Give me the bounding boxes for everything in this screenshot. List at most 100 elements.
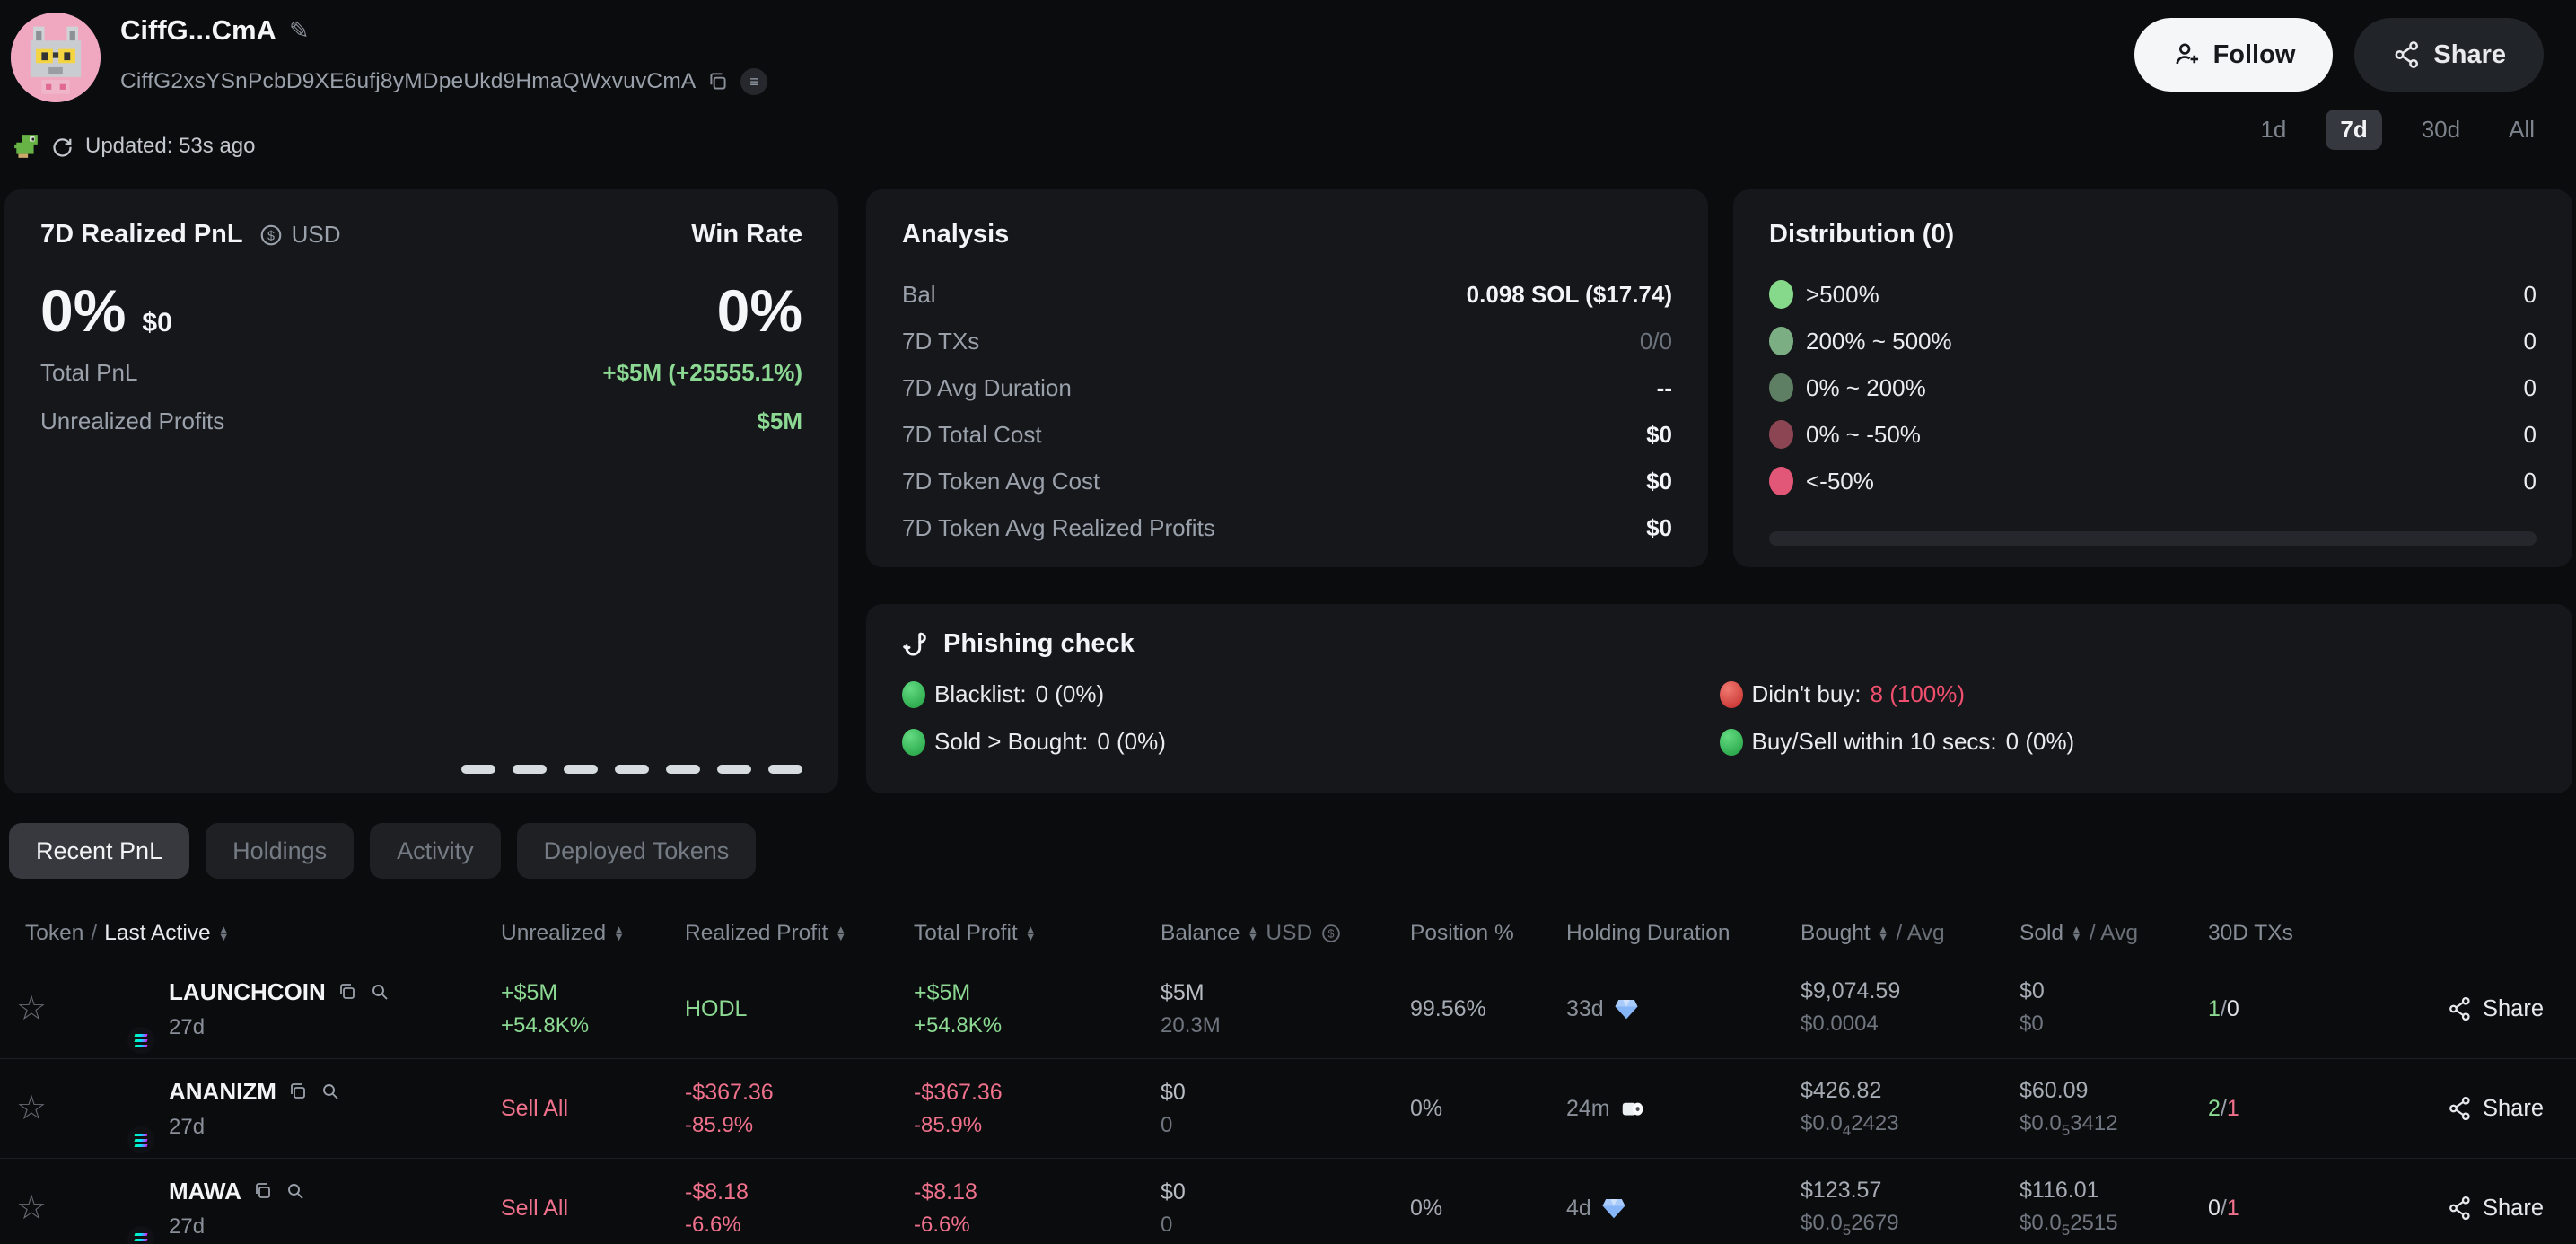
realized-profit-cell[interactable]: HODL	[669, 996, 898, 1022]
star-icon[interactable]: ☆	[16, 1091, 47, 1126]
header-bought[interactable]: Bought▲▼/ Avg	[1795, 921, 2020, 946]
toilet-paper-icon	[1619, 1095, 1646, 1122]
currency-toggle-icon[interactable]	[243, 222, 285, 249]
position-cell: 0%	[1387, 1196, 1548, 1222]
bought-cell: $426.82$0.042423	[1795, 1078, 2020, 1140]
sort-icon[interactable]: ▲▼	[218, 926, 230, 941]
total-profit-cell: -$367.36-85.9%	[898, 1080, 1153, 1138]
bucket-dot	[1769, 467, 1793, 495]
analysis-row: 7D Total Cost$0	[902, 411, 1672, 458]
sort-icon[interactable]: ▲▼	[613, 926, 625, 941]
holding-duration-cell: 24m	[1548, 1095, 1795, 1122]
sold-cell: $116.01$0.052515	[2020, 1178, 2208, 1240]
search-icon[interactable]	[320, 1081, 341, 1102]
copy-address-icon[interactable]	[706, 70, 730, 93]
header-sold[interactable]: Sold▲▼/ Avg	[2020, 921, 2208, 946]
share-icon	[2447, 1095, 2474, 1122]
follow-button[interactable]: Follow	[2134, 18, 2334, 92]
diamond-icon	[1613, 995, 1640, 1022]
share-icon	[2392, 39, 2423, 70]
distribution-row: >500%0	[1769, 271, 2537, 318]
phishing-title: Phishing check	[943, 629, 1135, 659]
notes-icon[interactable]: ≡	[740, 68, 767, 95]
tab-activity[interactable]: Activity	[370, 823, 501, 879]
analysis-panel: Analysis Bal0.098 SOL ($17.74) 7D TXs0/0…	[866, 189, 1708, 567]
status-dot	[1720, 681, 1743, 708]
star-icon[interactable]: ☆	[16, 1191, 47, 1225]
section-tabs: Recent PnL Holdings Activity Deployed To…	[9, 823, 756, 879]
wallet-name: CiffG...CmA	[120, 14, 276, 47]
row-share-button[interactable]: Share	[2447, 995, 2544, 1022]
bucket-dot	[1769, 373, 1793, 402]
balance-cell: $00	[1153, 1080, 1387, 1138]
bucket-dot	[1769, 280, 1793, 309]
edit-icon[interactable]: ✎	[289, 17, 310, 45]
sold-cell: $60.09$0.053412	[2020, 1078, 2208, 1140]
token-logo[interactable]	[63, 1064, 153, 1153]
token-row: ☆ MAWA 27d Sell All -$8.18-6.6% -$8.18-6	[0, 1159, 2576, 1244]
sort-icon[interactable]: ▲▼	[1025, 926, 1037, 941]
analysis-title: Analysis	[902, 220, 1672, 250]
row-share-button[interactable]: Share	[2447, 1095, 2544, 1122]
position-cell: 99.56%	[1387, 996, 1548, 1022]
realized-profit-cell: -$8.18-6.6%	[669, 1179, 898, 1238]
header-token-last-active[interactable]: Token/Last Active ▲▼	[0, 921, 485, 946]
range-all[interactable]: All	[2500, 110, 2544, 150]
token-name[interactable]: MAWA	[169, 1178, 241, 1205]
solana-badge	[124, 1123, 158, 1157]
total-profit-cell: +$5M+54.8K%	[898, 980, 1153, 1038]
usd-circle-icon[interactable]	[1319, 922, 1343, 945]
share-button[interactable]: Share	[2354, 18, 2544, 92]
range-7d[interactable]: 7d	[2326, 110, 2381, 150]
bought-cell: $9,074.59$0.0004	[1795, 978, 2020, 1040]
copy-icon[interactable]	[337, 981, 358, 1003]
win-rate-value: 0%	[717, 276, 802, 345]
range-1d[interactable]: 1d	[2251, 110, 2295, 150]
phishing-item: Didn't buy:8 (100%)	[1720, 680, 2537, 708]
token-name[interactable]: LAUNCHCOIN	[169, 978, 326, 1006]
search-icon[interactable]	[369, 981, 390, 1003]
token-logo[interactable]	[63, 1163, 153, 1244]
updated-text: Updated: 53s ago	[85, 134, 255, 159]
holding-duration-cell: 33d	[1548, 995, 1795, 1022]
status-dot	[902, 681, 925, 708]
phishing-item: Blacklist:0 (0%)	[902, 680, 1720, 708]
distribution-row: <-50%0	[1769, 458, 2537, 504]
txs-cell: 2/1	[2208, 1096, 2379, 1122]
tab-deployed-tokens[interactable]: Deployed Tokens	[517, 823, 757, 879]
header-holding-duration: Holding Duration	[1548, 921, 1795, 946]
sort-icon[interactable]: ▲▼	[2071, 926, 2082, 941]
range-30d[interactable]: 30d	[2413, 110, 2469, 150]
row-share-button[interactable]: Share	[2447, 1195, 2544, 1222]
person-add-icon	[2172, 39, 2203, 70]
copy-icon[interactable]	[252, 1180, 274, 1202]
copy-icon[interactable]	[287, 1081, 309, 1102]
bucket-dot	[1769, 420, 1793, 449]
currency-label[interactable]: USD	[292, 221, 692, 249]
sort-icon[interactable]: ▲▼	[1248, 926, 1259, 941]
sort-icon[interactable]: ▲▼	[835, 926, 846, 941]
refresh-icon[interactable]	[50, 135, 74, 159]
phishing-item: Sold > Bought:0 (0%)	[902, 728, 1720, 756]
solana-badge	[124, 1023, 158, 1057]
distribution-panel: Distribution (0) >500%0 200% ~ 500%0 0% …	[1733, 189, 2572, 567]
status-dot	[902, 729, 925, 756]
sort-icon[interactable]: ▲▼	[1878, 926, 1889, 941]
distribution-row: 0% ~ -50%0	[1769, 411, 2537, 458]
position-cell: 0%	[1387, 1096, 1548, 1122]
header-balance[interactable]: Balance▲▼USD	[1153, 921, 1387, 946]
star-icon[interactable]: ☆	[16, 992, 47, 1026]
token-logo[interactable]	[63, 964, 153, 1054]
distribution-row: 200% ~ 500%0	[1769, 318, 2537, 364]
distribution-title: Distribution (0)	[1769, 220, 2537, 250]
unrealized-cell[interactable]: Sell All	[485, 1096, 669, 1122]
token-name[interactable]: ANANIZM	[169, 1078, 276, 1106]
realized-profit-cell: -$367.36-85.9%	[669, 1080, 898, 1138]
header-unrealized[interactable]: Unrealized▲▼	[485, 921, 669, 946]
tab-holdings[interactable]: Holdings	[206, 823, 354, 879]
unrealized-cell[interactable]: Sell All	[485, 1196, 669, 1222]
tab-recent-pnl[interactable]: Recent PnL	[9, 823, 189, 879]
header-realized-profit[interactable]: Realized Profit▲▼	[669, 921, 898, 946]
search-icon[interactable]	[285, 1180, 306, 1202]
header-total-profit[interactable]: Total Profit▲▼	[898, 921, 1153, 946]
